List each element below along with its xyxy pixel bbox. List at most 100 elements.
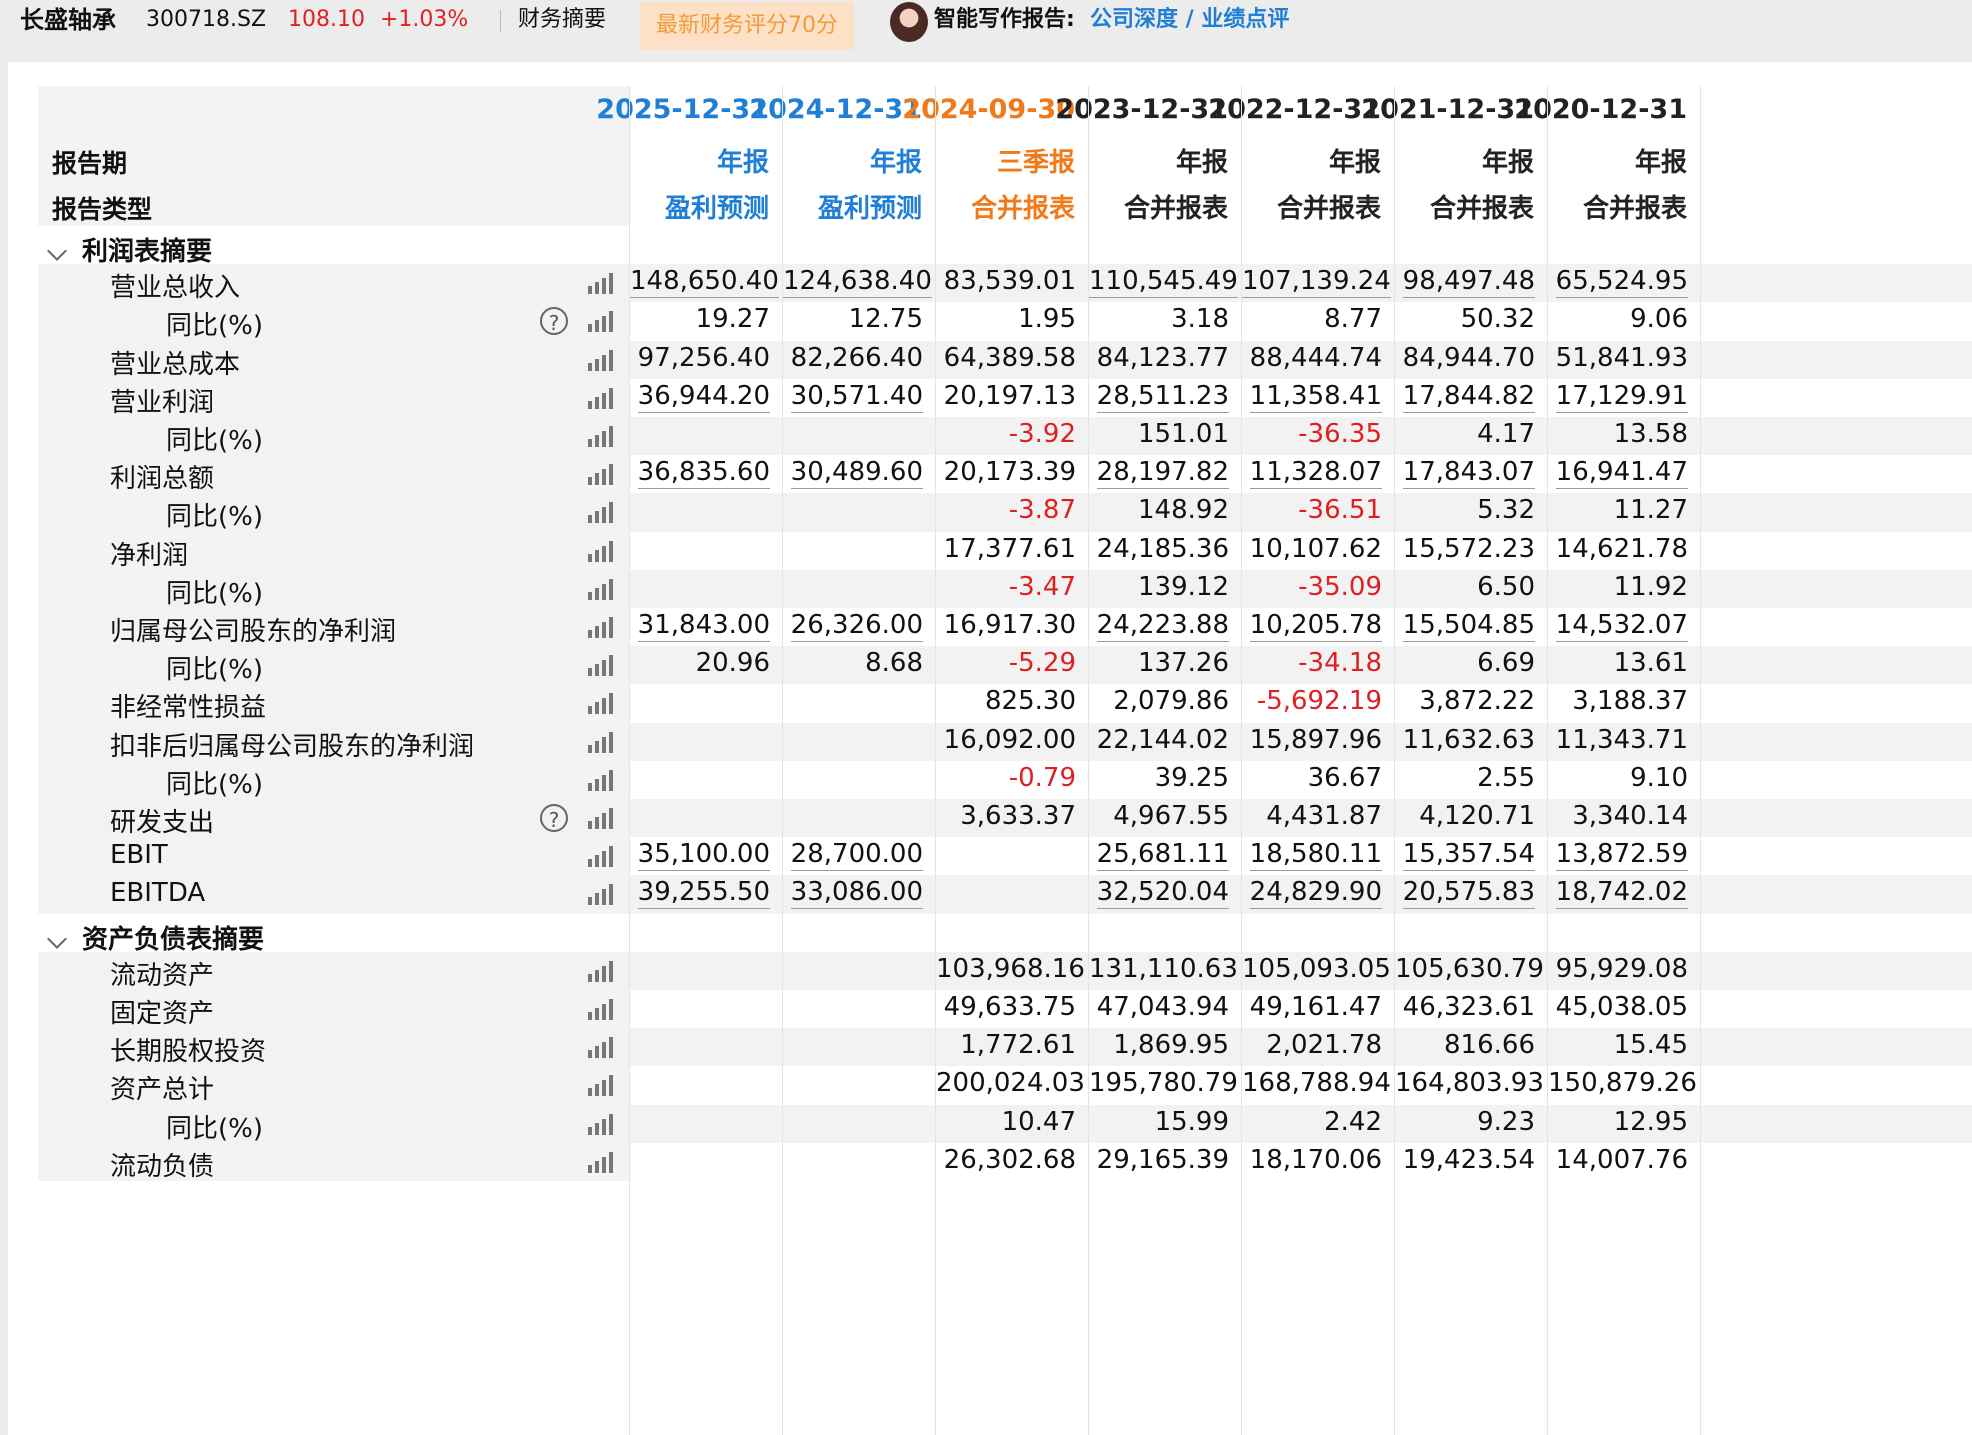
table-row[interactable]: 扣非后归属母公司股东的净利润 16,092.00 22,144.02 15,897.9… bbox=[38, 722, 1972, 762]
bar-chart-icon[interactable] bbox=[588, 731, 614, 753]
cell-value[interactable]: 33,086.00 bbox=[790, 877, 923, 910]
bar-chart-icon[interactable] bbox=[588, 845, 614, 868]
table-row[interactable]: 同比(%) 10.47 15.99 2.42 9.23 12.95 bbox=[38, 1104, 1972, 1144]
bar-chart-icon[interactable] bbox=[588, 883, 614, 906]
table-row[interactable]: 同比(%) -0.79 39.25 36.67 2.55 9.10 bbox=[38, 760, 1972, 800]
bar-chart-icon[interactable] bbox=[588, 463, 614, 486]
bar-chart-icon[interactable] bbox=[588, 769, 614, 791]
table-row[interactable]: 营业总收入 148,650.40 124,638.40 83,539.01 110,54… bbox=[38, 264, 1972, 303]
table-row[interactable]: 长期股权投资 1,772.61 1,869.95 2,021.78 816.66 15.4… bbox=[38, 1028, 1972, 1067]
cell-value[interactable]: 18,580.11 bbox=[1249, 839, 1382, 872]
header-date[interactable]: 2022-12-31 bbox=[1208, 94, 1381, 125]
cell-value[interactable]: 11,358.41 bbox=[1249, 380, 1382, 413]
header-column[interactable]: 2020-12-31 年报 合并报表 bbox=[1514, 86, 1701, 226]
cell-value[interactable]: 148,650.40 bbox=[630, 266, 779, 299]
cell-value[interactable]: 15,504.85 bbox=[1402, 610, 1535, 642]
cell-value[interactable]: 36,835.60 bbox=[637, 457, 770, 490]
bar-chart-icon[interactable] bbox=[588, 349, 614, 371]
help-icon[interactable]: ? bbox=[540, 307, 568, 336]
cell-value[interactable]: 17,129.91 bbox=[1555, 380, 1688, 413]
bar-chart-icon[interactable] bbox=[588, 807, 614, 829]
cell-value[interactable]: 13,872.59 bbox=[1555, 839, 1688, 872]
table-row[interactable]: 非经常性损益 825.30 2,079.86 -5,692.19 3,872.22 3,1… bbox=[38, 684, 1972, 723]
bar-chart-icon[interactable] bbox=[588, 960, 614, 982]
cell-value[interactable]: 124,638.40 bbox=[783, 266, 932, 299]
cell-value[interactable]: 26,326.00 bbox=[790, 610, 923, 642]
bar-chart-icon[interactable] bbox=[588, 387, 614, 409]
table-row[interactable]: 同比(%) 20.96 8.68 -5.29 137.26 -34.18 6.69 13.61 bbox=[38, 646, 1972, 685]
cell-value[interactable]: 16,941.47 bbox=[1555, 457, 1688, 490]
bar-chart-icon[interactable] bbox=[588, 1151, 614, 1173]
cell-value[interactable]: 31,843.00 bbox=[637, 610, 770, 642]
header-date[interactable]: 2024-09-30 bbox=[902, 94, 1075, 125]
cell-value[interactable]: 36,944.20 bbox=[637, 380, 770, 413]
cell-value[interactable]: 10,205.78 bbox=[1249, 610, 1382, 642]
bar-chart-icon[interactable] bbox=[588, 425, 614, 447]
bar-chart-icon[interactable] bbox=[588, 501, 614, 524]
cell-value[interactable]: 20,575.83 bbox=[1402, 877, 1535, 910]
section-title[interactable]: 利润表摘要 bbox=[82, 231, 212, 268]
cell-value[interactable]: 17,844.82 bbox=[1402, 380, 1535, 413]
table-row[interactable]: 利润总额 36,835.60 30,489.60 20,173.39 28,197.82… bbox=[38, 455, 1972, 494]
bar-chart-icon[interactable] bbox=[588, 1036, 614, 1059]
table-row[interactable]: EBITDA 39,255.50 33,086.00 32,520.04 24,829.… bbox=[38, 875, 1972, 914]
cell-value[interactable]: 32,520.04 bbox=[1096, 877, 1229, 910]
bar-chart-icon[interactable] bbox=[588, 1113, 614, 1135]
stock-name[interactable]: 长盛轴承 bbox=[20, 0, 116, 40]
header-date[interactable]: 2025-12-31 bbox=[596, 94, 769, 125]
cell-value[interactable]: 28,511.23 bbox=[1096, 380, 1229, 413]
cell-value[interactable]: 28,197.82 bbox=[1096, 457, 1229, 490]
table-row[interactable]: 流动负债 26,302.68 29,165.39 18,170.06 19,423.54… bbox=[38, 1142, 1972, 1182]
cell-value[interactable]: 107,139.24 bbox=[1242, 266, 1391, 299]
cell-value[interactable]: 11,328.07 bbox=[1249, 457, 1382, 490]
table-row[interactable]: 同比(%) -3.87 148.92 -36.51 5.32 11.27 bbox=[38, 493, 1972, 532]
header-date[interactable]: 2024-12-31 bbox=[749, 94, 922, 125]
bar-chart-icon[interactable] bbox=[588, 578, 614, 600]
table-row[interactable]: EBIT 35,100.00 28,700.00 25,681.11 18,580.11… bbox=[38, 837, 1972, 876]
bar-chart-icon[interactable] bbox=[588, 1074, 614, 1097]
cell-value[interactable]: 24,223.88 bbox=[1096, 610, 1229, 642]
bar-chart-icon[interactable] bbox=[588, 310, 614, 333]
cell-value[interactable]: 25,681.11 bbox=[1096, 839, 1229, 872]
bar-chart-icon[interactable] bbox=[588, 692, 614, 715]
financial-summary-tab[interactable]: 财务摘要 bbox=[518, 0, 606, 40]
help-icon[interactable]: ? bbox=[540, 804, 568, 832]
cell-value[interactable]: 30,489.60 bbox=[790, 457, 923, 490]
cell-value[interactable]: 65,524.95 bbox=[1555, 266, 1688, 299]
cell-value[interactable]: 14,532.07 bbox=[1555, 610, 1688, 642]
bar-chart-icon[interactable] bbox=[588, 540, 614, 562]
cell-value[interactable]: 17,843.07 bbox=[1402, 457, 1535, 490]
financial-score-badge[interactable]: 最新财务评分70分 bbox=[640, 2, 854, 50]
bar-chart-icon[interactable] bbox=[588, 272, 614, 295]
cell-value[interactable]: 39,255.50 bbox=[637, 877, 770, 910]
table-row[interactable]: 固定资产 49,633.75 47,043.94 49,161.47 46,323.61… bbox=[38, 990, 1972, 1029]
cell-value[interactable]: 28,700.00 bbox=[790, 839, 923, 872]
table-row[interactable]: 营业利润 36,944.20 30,571.40 20,197.13 28,511.23… bbox=[38, 378, 1972, 418]
bar-chart-icon[interactable] bbox=[588, 998, 614, 1020]
table-row[interactable]: 研发支出? 3,633.37 4,967.55 4,431.87 4,120.71 3,3… bbox=[38, 799, 1972, 838]
cell-value[interactable]: 24,829.90 bbox=[1249, 877, 1382, 910]
table-row[interactable]: 营业总成本 97,256.40 82,266.40 64,389.58 84,123.7… bbox=[38, 340, 1972, 380]
table-row[interactable]: 同比(%)? 19.27 12.75 1.95 3.18 8.77 50.32 9.06 bbox=[38, 302, 1972, 341]
header-date[interactable]: 2023-12-31 bbox=[1055, 94, 1228, 125]
section-title[interactable]: 资产负债表摘要 bbox=[82, 919, 264, 956]
header-date[interactable]: 2020-12-31 bbox=[1514, 94, 1687, 125]
table-row[interactable]: 流动资产 103,968.16 131,110.63 105,093.05 105,63… bbox=[38, 951, 1972, 991]
bar-chart-icon[interactable] bbox=[588, 616, 614, 638]
cell-value[interactable]: 15,357.54 bbox=[1402, 839, 1535, 872]
cell-value[interactable]: 110,545.49 bbox=[1089, 266, 1238, 299]
table-row[interactable]: 同比(%) -3.47 139.12 -35.09 6.50 11.92 bbox=[38, 569, 1972, 609]
bar-chart-icon[interactable] bbox=[588, 654, 614, 677]
cell-value[interactable]: 18,742.02 bbox=[1555, 877, 1688, 910]
header-date[interactable]: 2021-12-31 bbox=[1361, 94, 1534, 125]
table-row[interactable]: 归属母公司股东的净利润 31,843.00 26,326.00 16,917.30 24… bbox=[38, 608, 1972, 647]
cell-value[interactable]: 35,100.00 bbox=[637, 839, 770, 872]
cell-value[interactable]: 98,497.48 bbox=[1402, 266, 1535, 299]
chevron-down-icon[interactable] bbox=[47, 241, 67, 261]
cell-value[interactable]: 30,571.40 bbox=[790, 380, 923, 413]
chevron-down-icon[interactable] bbox=[47, 928, 67, 949]
table-row[interactable]: 同比(%) -3.92 151.01 -36.35 4.17 13.58 bbox=[38, 417, 1972, 456]
table-row[interactable]: 净利润 17,377.61 24,185.36 10,107.62 15,572.23 1… bbox=[38, 531, 1972, 571]
ai-report-links[interactable]: 公司深度 / 业绩点评 bbox=[1090, 0, 1289, 40]
table-row[interactable]: 资产总计 200,024.03 195,780.79 168,788.94 164,80… bbox=[38, 1066, 1972, 1105]
